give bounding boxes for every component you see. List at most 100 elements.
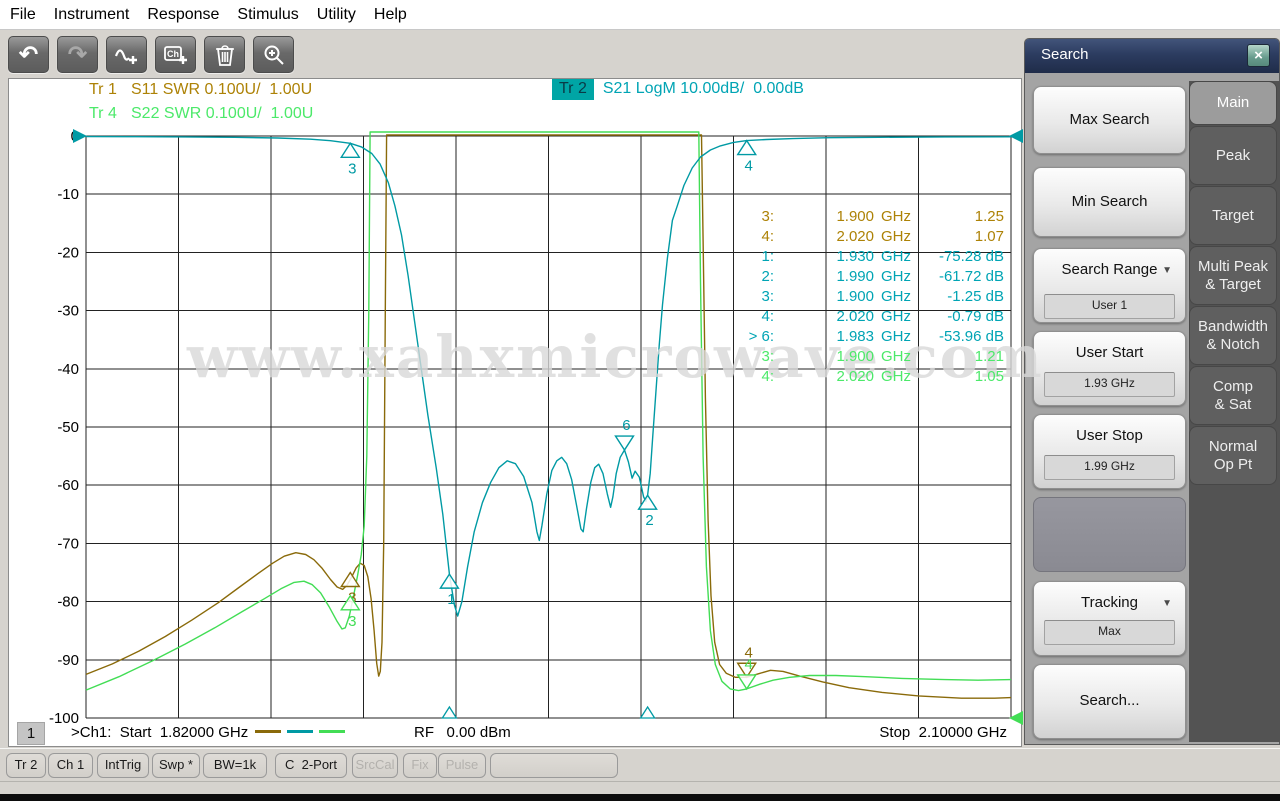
marker-readout-row: 1: 1.930 GHz -75.28 dB bbox=[722, 247, 1004, 267]
status-pulse[interactable]: Pulse bbox=[438, 753, 486, 778]
marker-tr2-6-active[interactable] bbox=[614, 435, 635, 452]
reference-arrow-tr2[interactable] bbox=[73, 129, 87, 143]
marker-label-1: 1 bbox=[447, 591, 455, 608]
trace1-legend[interactable]: Tr 1 S11 SWR 0.100U/ 1.00U bbox=[89, 81, 312, 99]
status-ch-1[interactable]: Ch 1 bbox=[48, 753, 93, 778]
stop-frequency-label[interactable]: Stop 2.10000 GHz bbox=[879, 724, 1007, 741]
menu-instrument[interactable]: Instrument bbox=[54, 0, 130, 30]
blank-button bbox=[1033, 497, 1186, 572]
marker-num: 3: bbox=[761, 288, 774, 305]
y-axis-tick-label: -50 bbox=[57, 419, 79, 436]
search-dialog-button[interactable]: Search... bbox=[1033, 664, 1186, 739]
status-swp[interactable]: Swp * bbox=[152, 753, 200, 778]
marker-readout-row: 4: 2.020 GHz 1.05 bbox=[722, 367, 1004, 387]
tab-main[interactable]: Main bbox=[1189, 81, 1277, 125]
add-trace-icon[interactable] bbox=[106, 36, 147, 73]
trace1-desc: S11 SWR 0.100U/ 1.00U bbox=[131, 81, 313, 98]
user-stop-value: 1.99 GHz bbox=[1044, 455, 1175, 480]
status-bw-1k[interactable]: BW=1k bbox=[203, 753, 267, 778]
marker-freq: 1.900 bbox=[836, 288, 874, 305]
channel-badge[interactable]: 1 bbox=[17, 722, 45, 745]
trace4-color-key bbox=[319, 730, 346, 734]
marker-num: 3: bbox=[761, 348, 774, 365]
tab-bandwidth[interactable]: Bandwidth & Notch bbox=[1189, 306, 1277, 365]
svg-text:Ch: Ch bbox=[167, 49, 179, 59]
marker-readout-row-active: > 6: 1.983 GHz -53.96 dB bbox=[722, 327, 1004, 347]
y-axis-tick-label: -90 bbox=[57, 652, 79, 669]
tab-normal[interactable]: Normal Op Pt bbox=[1189, 426, 1277, 485]
add-channel-icon[interactable]: Ch bbox=[155, 36, 196, 73]
marker-freq: 1.930 bbox=[836, 248, 874, 265]
search-panel-title: Search bbox=[1041, 46, 1089, 63]
marker-tr4-3[interactable] bbox=[340, 594, 361, 611]
marker-unit: GHz bbox=[881, 248, 911, 265]
status-srccal[interactable]: SrcCal bbox=[352, 753, 398, 778]
status-tr-2[interactable]: Tr 2 bbox=[6, 753, 46, 778]
marker-label-6: 6 bbox=[622, 417, 630, 434]
status-fix[interactable]: Fix bbox=[403, 753, 437, 778]
chevron-down-icon: ▼ bbox=[1162, 598, 1172, 609]
marker-label-2: 2 bbox=[645, 512, 653, 529]
delete-icon[interactable] bbox=[204, 36, 245, 73]
marker-num: > 6: bbox=[748, 328, 774, 345]
marker-readout-row: 2: 1.990 GHz -61.72 dB bbox=[722, 267, 1004, 287]
max-search-button[interactable]: Max Search bbox=[1033, 86, 1186, 154]
trace2-legend[interactable]: Tr 2 S21 LogM 10.00dB/ 0.00dB bbox=[552, 79, 804, 100]
marker-freq: 2.020 bbox=[836, 308, 874, 325]
marker-val: -61.72 dB bbox=[938, 268, 1004, 285]
marker-readout-table: 3: 1.900 GHz 1.25 4: 2.020 GHz 1.07 1: 1.930 GHz -7… bbox=[722, 207, 1004, 387]
chart-area: 0-10-20-30-40-50-60-70-80-90-10034126343… bbox=[8, 78, 1042, 748]
marker-num: 2: bbox=[761, 268, 774, 285]
close-icon[interactable]: × bbox=[1247, 44, 1270, 67]
marker-freq: 1.983 bbox=[836, 328, 874, 345]
marker-num: 4: bbox=[761, 368, 774, 385]
user-start-value: 1.93 GHz bbox=[1044, 372, 1175, 397]
marker-readout-row: 4: 2.020 GHz 1.07 bbox=[722, 227, 1004, 247]
marker-val: -1.25 dB bbox=[947, 288, 1004, 305]
status-inttrig[interactable]: IntTrig bbox=[97, 753, 149, 778]
marker-unit: GHz bbox=[881, 208, 911, 225]
trace2-desc: S21 LogM 10.00dB/ 0.00dB bbox=[602, 80, 804, 97]
menu-utility[interactable]: Utility bbox=[317, 0, 356, 30]
marker-tr2-4[interactable] bbox=[736, 139, 757, 156]
tab-peak[interactable]: Peak bbox=[1189, 126, 1277, 185]
marker-num: 1: bbox=[761, 248, 774, 265]
start-frequency-label[interactable]: >Ch1: Start 1.82000 GHz bbox=[71, 724, 348, 741]
search-panel-titlebar[interactable]: Search × bbox=[1025, 39, 1279, 73]
marker-unit: GHz bbox=[881, 348, 911, 365]
menu-file[interactable]: File bbox=[10, 0, 36, 30]
redo-icon: ↷ bbox=[57, 36, 98, 73]
tab-target[interactable]: Target bbox=[1189, 186, 1277, 245]
status-blank[interactable] bbox=[490, 753, 618, 778]
marker-unit: GHz bbox=[881, 328, 911, 345]
search-range-button[interactable]: Search Range ▼ User 1 bbox=[1033, 248, 1186, 323]
search-range-tick bbox=[639, 705, 656, 719]
marker-unit: GHz bbox=[881, 228, 911, 245]
trace1-color-key bbox=[255, 730, 282, 734]
menu-help[interactable]: Help bbox=[374, 0, 407, 30]
status-c-2-port[interactable]: C 2-Port bbox=[275, 753, 347, 778]
tracking-button[interactable]: Tracking ▼ Max bbox=[1033, 581, 1186, 656]
marker-val: -0.79 dB bbox=[947, 308, 1004, 325]
undo-icon[interactable]: ↶ bbox=[8, 36, 49, 73]
menu-response[interactable]: Response bbox=[147, 0, 219, 30]
active-trace-badge: Tr 2 bbox=[552, 79, 594, 100]
user-stop-button[interactable]: User Stop 1.99 GHz bbox=[1033, 414, 1186, 489]
marker-readout-row: 3: 1.900 GHz 1.21 bbox=[722, 347, 1004, 367]
marker-val: -53.96 dB bbox=[938, 328, 1004, 345]
marker-unit: GHz bbox=[881, 368, 911, 385]
zoom-in-icon[interactable] bbox=[253, 36, 294, 73]
bottom-edge bbox=[0, 794, 1280, 801]
marker-val: 1.25 bbox=[974, 208, 1004, 225]
menu-stimulus[interactable]: Stimulus bbox=[237, 0, 298, 30]
plot-canvas[interactable]: 0-10-20-30-40-50-60-70-80-90-10034126343… bbox=[9, 79, 1023, 748]
user-start-button[interactable]: User Start 1.93 GHz bbox=[1033, 331, 1186, 406]
marker-readout-row: 3: 1.900 GHz -1.25 dB bbox=[722, 287, 1004, 307]
rf-power-label[interactable]: RF 0.00 dBm bbox=[414, 724, 511, 741]
tab-multi-peak[interactable]: Multi Peak & Target bbox=[1189, 246, 1277, 305]
tab-comp[interactable]: Comp & Sat bbox=[1189, 366, 1277, 425]
y-axis-tick-label: -70 bbox=[57, 535, 79, 552]
min-search-button[interactable]: Min Search bbox=[1033, 167, 1186, 237]
trace4-legend[interactable]: Tr 4 S22 SWR 0.100U/ 1.00U bbox=[89, 105, 313, 123]
marker-val: 1.21 bbox=[974, 348, 1004, 365]
